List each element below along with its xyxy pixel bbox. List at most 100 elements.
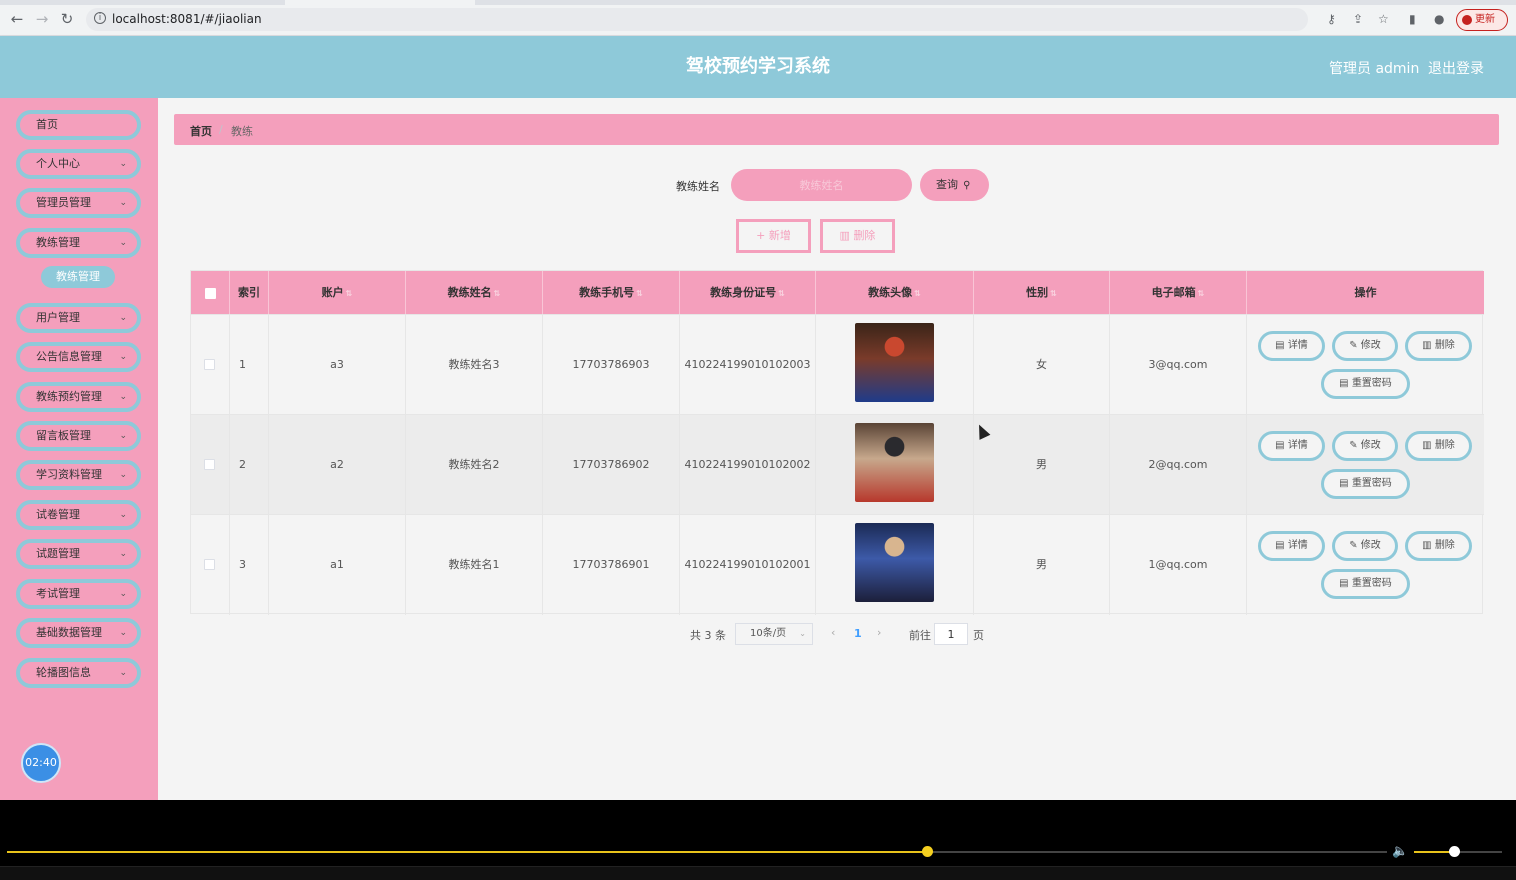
sidebar-item[interactable]: 教练预约管理 ⌄	[16, 382, 141, 412]
col-account[interactable]: 账户 ⇅	[269, 271, 406, 314]
coach-avatar	[855, 423, 934, 502]
edit-button[interactable]: ✎ 修改	[1332, 431, 1398, 461]
sidebar-item[interactable]: 轮播图信息 ⌄	[16, 658, 141, 688]
col-id-card[interactable]: 教练身份证号 ⇅	[680, 271, 816, 314]
cell-email: 2@qq.com	[1110, 415, 1247, 515]
search-input[interactable]	[731, 169, 912, 201]
select-all-checkbox[interactable]	[205, 288, 216, 299]
logout-link[interactable]: 退出登录	[1428, 58, 1484, 78]
chevron-down-icon: ⌄	[799, 629, 806, 638]
sidebar-item[interactable]: 教练管理 ⌄	[16, 228, 141, 258]
batch-delete-label: 删除	[853, 229, 876, 242]
trash-icon: ▥	[1422, 440, 1435, 451]
sidebar-item-label: 试题管理	[36, 547, 80, 560]
update-button[interactable]: 更新	[1456, 9, 1508, 31]
breadcrumb-home[interactable]: 首页	[190, 123, 212, 139]
row-checkbox[interactable]	[204, 459, 215, 470]
clock-badge[interactable]: 02:40	[21, 743, 61, 783]
address-bar[interactable]: i localhost:8081/#/jiaolian	[86, 8, 1308, 31]
sidebar-item-label: 管理员管理	[36, 196, 91, 209]
reload-icon[interactable]: ↻	[59, 11, 75, 27]
add-button[interactable]: + 新增	[736, 219, 811, 253]
sort-icon: ⇅	[914, 289, 921, 298]
sidebar-item-label: 基础数据管理	[36, 626, 102, 639]
row-select-cell	[191, 515, 230, 615]
search-button[interactable]: 查询 ⚲	[920, 169, 989, 201]
batch-delete-button[interactable]: ▥ 删除	[820, 219, 895, 253]
site-info-icon[interactable]: i	[94, 12, 106, 24]
detail-button[interactable]: ▤ 详情	[1258, 531, 1325, 561]
row-delete-button[interactable]: ▥ 删除	[1405, 431, 1472, 461]
page-size-select[interactable]: 10条/页 ⌄	[735, 623, 813, 645]
sidebar-subitem-coach-manage[interactable]: 教练管理	[41, 266, 115, 288]
goto-page-input[interactable]	[934, 623, 968, 645]
key-icon[interactable]: ⚷	[1327, 12, 1336, 26]
trash-icon: ▥	[839, 229, 854, 242]
avatar-cell	[816, 415, 974, 515]
reset-password-button[interactable]: ▤ 重置密码	[1321, 569, 1410, 599]
sidebar-item[interactable]: 试卷管理 ⌄	[16, 500, 141, 530]
detail-button[interactable]: ▤ 详情	[1258, 431, 1325, 461]
table-row[interactable]: 1 a3 教练姓名3 17703786903 410224199010102003 女 3@…	[191, 314, 1484, 415]
profile-icon[interactable]: ●	[1434, 12, 1444, 26]
chevron-down-icon: ⌄	[119, 628, 127, 638]
edit-button[interactable]: ✎ 修改	[1332, 331, 1398, 361]
row-delete-button[interactable]: ▥ 删除	[1405, 331, 1472, 361]
edit-button[interactable]: ✎ 修改	[1332, 531, 1398, 561]
reset-password-button[interactable]: ▤ 重置密码	[1321, 469, 1410, 499]
cell-id-card: 410224199010102003	[680, 315, 816, 415]
app-title: 驾校预约学习系统	[686, 56, 830, 77]
sidebar-item[interactable]: 个人中心 ⌄	[16, 149, 141, 179]
player-bottom-strip	[0, 866, 1516, 880]
chevron-down-icon: ⌄	[119, 589, 127, 599]
table-row[interactable]: 2 a2 教练姓名2 17703786902 410224199010102002 男 2@…	[191, 414, 1484, 515]
chevron-down-icon: ⌄	[119, 510, 127, 520]
cell-email: 1@qq.com	[1110, 515, 1247, 615]
prev-page-button[interactable]: ‹	[831, 626, 835, 639]
reset-password-button[interactable]: ▤ 重置密码	[1321, 369, 1410, 399]
detail-button-label: 详情	[1287, 340, 1308, 351]
col-avatar[interactable]: 教练头像 ⇅	[816, 271, 974, 314]
seek-handle[interactable]	[922, 846, 934, 857]
sidebar-item[interactable]: 基础数据管理 ⌄	[16, 618, 141, 648]
row-delete-button-label: 删除	[1434, 540, 1455, 551]
sidebar-item[interactable]: 考试管理 ⌄	[16, 579, 141, 609]
forward-icon[interactable]: →	[34, 11, 50, 27]
col-id-card-label: 教练身份证号	[710, 286, 777, 299]
col-ops: 操作	[1354, 286, 1377, 299]
page-size-value: 10条/页	[750, 628, 787, 639]
table-row[interactable]: 3 a1 教练姓名1 17703786901 410224199010102001 男 1@…	[191, 514, 1484, 615]
bookmark-star-icon[interactable]: ☆	[1378, 12, 1389, 26]
trash-icon: ▥	[1422, 340, 1435, 351]
col-email[interactable]: 电子邮箱 ⇅	[1110, 271, 1247, 314]
sidebar-item[interactable]: 首页	[16, 110, 141, 140]
col-phone[interactable]: 教练手机号 ⇅	[543, 271, 680, 314]
volume-handle[interactable]	[1448, 846, 1460, 857]
row-checkbox[interactable]	[204, 559, 215, 570]
chevron-down-icon: ⌄	[119, 313, 127, 323]
active-tab[interactable]	[285, 0, 475, 5]
detail-button[interactable]: ▤ 详情	[1258, 331, 1325, 361]
sidebar-item[interactable]: 管理员管理 ⌄	[16, 188, 141, 218]
current-page-number[interactable]: 1	[854, 627, 862, 640]
sort-icon: ⇅	[493, 289, 501, 298]
sidebar-item[interactable]: 公告信息管理 ⌄	[16, 342, 141, 372]
chevron-down-icon: ⌄	[119, 159, 127, 169]
seek-bar[interactable]	[7, 851, 1387, 853]
sidebar-item-label: 个人中心	[36, 157, 80, 170]
chevron-down-icon: ⌄	[119, 549, 127, 559]
sidebar-item[interactable]: 试题管理 ⌄	[16, 539, 141, 569]
sidebar-item[interactable]: 学习资料管理 ⌄	[16, 460, 141, 490]
side-panel-icon[interactable]: ▮	[1409, 12, 1416, 26]
col-gender[interactable]: 性别 ⇅	[974, 271, 1110, 314]
back-icon[interactable]: ←	[9, 11, 25, 27]
next-page-button[interactable]: ›	[877, 626, 881, 639]
row-delete-button[interactable]: ▥ 删除	[1405, 531, 1472, 561]
col-name[interactable]: 教练姓名 ⇅	[406, 271, 543, 314]
search-icon: ⚲	[960, 180, 971, 191]
volume-icon[interactable]: 🔈	[1392, 844, 1408, 859]
row-checkbox[interactable]	[204, 359, 215, 370]
sidebar-item[interactable]: 留言板管理 ⌄	[16, 421, 141, 451]
share-icon[interactable]: ⇪	[1353, 12, 1363, 26]
sidebar-item[interactable]: 用户管理 ⌄	[16, 303, 141, 333]
